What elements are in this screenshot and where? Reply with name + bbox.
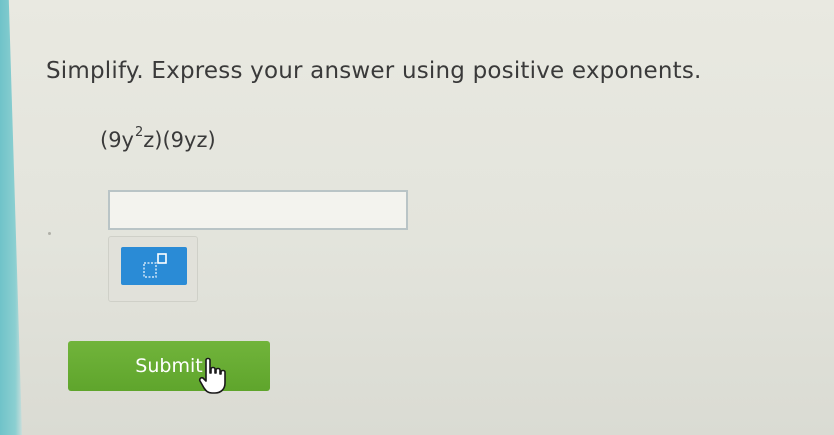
math-toolbar (108, 236, 198, 302)
screen: Simplify. Express your answer using posi… (0, 0, 834, 435)
stray-dot (48, 232, 51, 235)
answer-input[interactable] (108, 190, 408, 230)
hand-pointer-icon (198, 357, 226, 394)
expression-exponent: 2 (134, 125, 144, 140)
expression-part-1: (9y (100, 128, 134, 152)
exponent-button[interactable] (121, 247, 187, 285)
math-expression: (9y2z)(9yz) (100, 125, 216, 152)
question-prompt: Simplify. Express your answer using posi… (46, 58, 702, 84)
submit-button[interactable]: Submit (68, 341, 270, 391)
expression-part-2: z)(9yz) (143, 128, 216, 152)
exponent-box-icon (143, 253, 167, 278)
window-edge (0, 0, 22, 435)
